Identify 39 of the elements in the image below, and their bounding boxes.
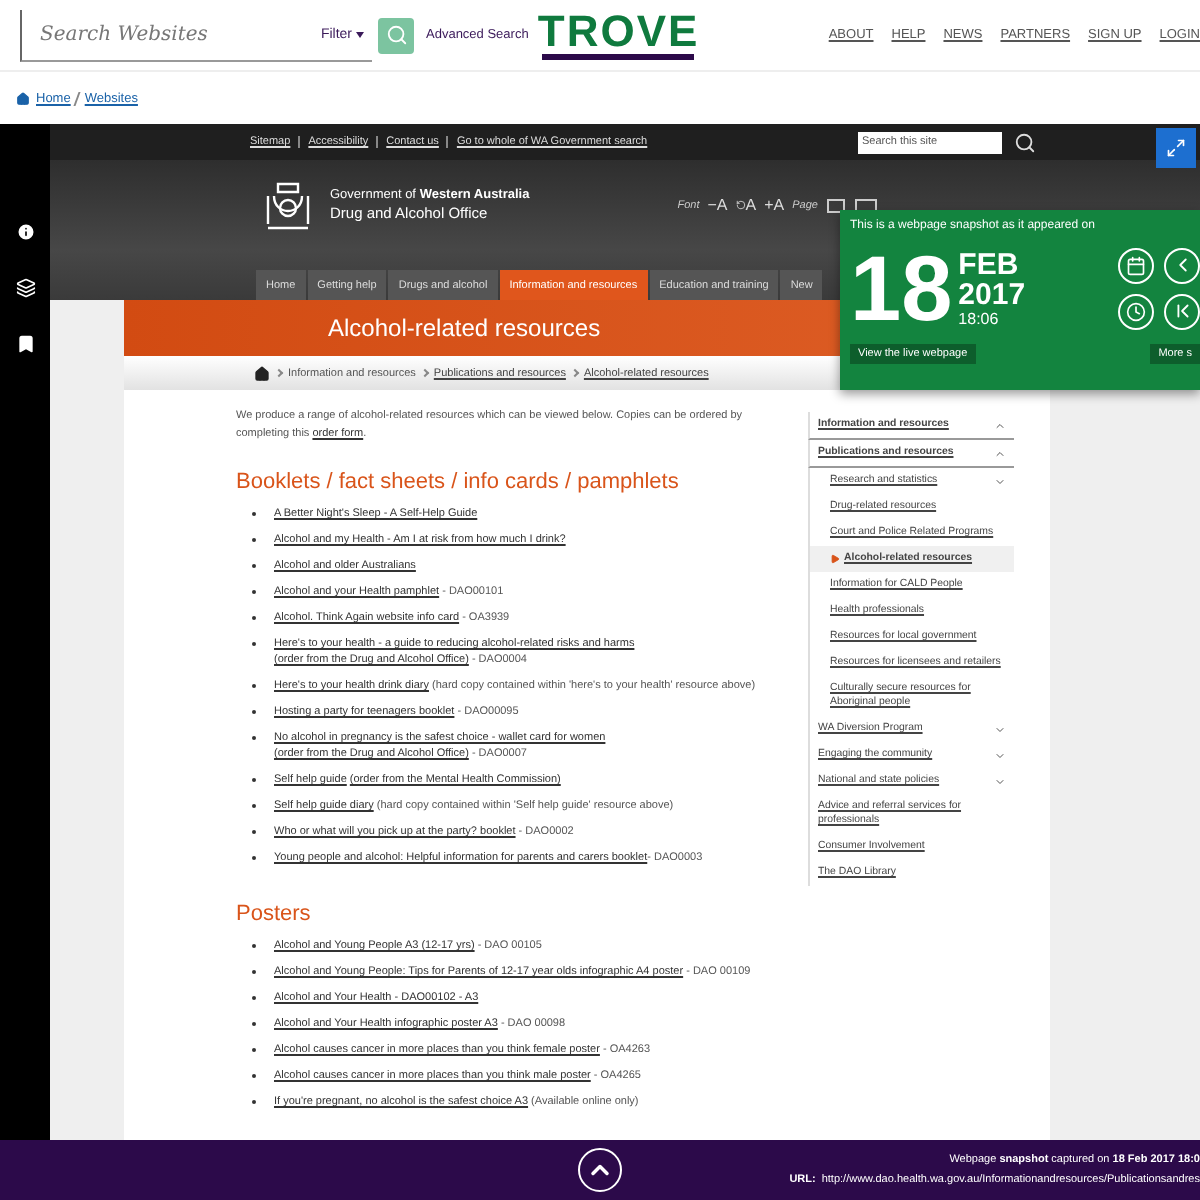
section-heading: Posters	[236, 902, 313, 926]
bookmark-icon[interactable]	[15, 334, 35, 354]
font-size-button[interactable]: +A	[764, 196, 785, 214]
expand-button[interactable]	[1156, 128, 1196, 168]
page-title: Alcohol-related resources	[328, 314, 601, 342]
chevron-up-icon	[994, 447, 1006, 459]
calendar-button[interactable]	[1118, 247, 1154, 283]
home-icon[interactable]	[16, 91, 30, 105]
chevron-icon	[570, 368, 580, 378]
font-size-button[interactable]: −A	[707, 196, 728, 214]
logo[interactable]: TROVE	[538, 10, 699, 60]
chevron-down-icon	[994, 723, 1006, 735]
first-button[interactable]	[1164, 293, 1200, 329]
chevron-icon	[274, 368, 284, 378]
clock-button[interactable]	[1118, 293, 1154, 329]
snapshot-time: 18:06	[958, 309, 1001, 327]
page-layout-icon[interactable]	[825, 197, 846, 213]
info-icon[interactable]	[15, 222, 35, 242]
expand-icon	[1166, 138, 1186, 158]
clock-icon	[1126, 301, 1146, 321]
triangle-icon	[830, 554, 840, 564]
snapshot-month: FEB	[958, 249, 1021, 279]
home-icon[interactable]	[254, 365, 270, 381]
snapshot-year: 2017	[958, 279, 1026, 309]
layers-icon[interactable]	[15, 278, 35, 298]
calendar-icon	[1126, 255, 1146, 275]
chevron-up-icon	[994, 419, 1006, 431]
snapshot-day: 18	[850, 242, 953, 334]
search-icon[interactable]	[1014, 131, 1036, 153]
chevron-down-icon	[994, 749, 1006, 761]
font-size-button[interactable]: A	[735, 196, 757, 214]
chevron-icon	[420, 368, 430, 378]
search-icon	[385, 24, 407, 46]
previous-button[interactable]	[1164, 247, 1200, 283]
scroll-up-button[interactable]	[578, 1148, 622, 1192]
search-field[interactable]: Search Websites	[36, 21, 313, 47]
chevron-down-icon	[994, 775, 1006, 787]
chevron-down-icon	[994, 475, 1006, 487]
section-heading: Booklets / fact sheets / info cards / pamphlets	[236, 470, 681, 494]
